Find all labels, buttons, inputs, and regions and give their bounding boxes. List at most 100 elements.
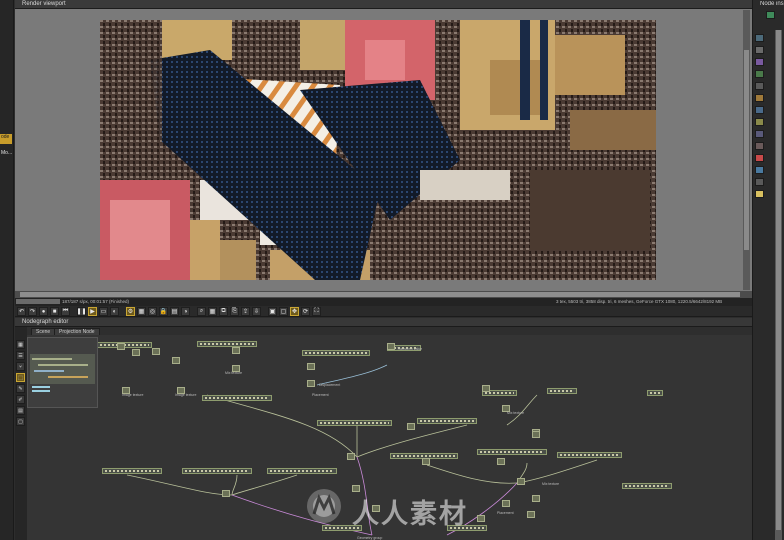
tab-scene[interactable]: Scene: [31, 328, 56, 335]
graph-node-small[interactable]: [407, 423, 415, 430]
graph-node[interactable]: [547, 388, 577, 394]
graph-node-small[interactable]: [307, 380, 315, 387]
graph-node-small[interactable]: [222, 490, 230, 497]
color-icon[interactable]: [755, 154, 764, 162]
copy-icon[interactable]: ⧉: [219, 307, 228, 316]
left-panel-tab-node[interactable]: ode: [0, 134, 12, 144]
graph-node[interactable]: [647, 390, 663, 396]
light-icon[interactable]: [755, 118, 764, 126]
node-pins[interactable]: [105, 470, 159, 472]
graph-node-small[interactable]: [307, 363, 315, 370]
bulb-icon[interactable]: [755, 190, 764, 198]
node-pins[interactable]: [650, 392, 660, 394]
redo-icon[interactable]: ↷: [28, 307, 37, 316]
layer-icon[interactable]: ▤: [16, 406, 25, 415]
screen-icon[interactable]: ▭: [99, 307, 108, 316]
node-pins[interactable]: [320, 422, 389, 424]
graph-node[interactable]: [317, 420, 392, 426]
node-pins[interactable]: [305, 352, 367, 354]
node-pins[interactable]: [480, 451, 544, 453]
node-pins[interactable]: [185, 470, 249, 472]
film-icon[interactable]: [755, 166, 764, 174]
value-icon[interactable]: [755, 142, 764, 150]
rotate-icon[interactable]: ⟳: [301, 307, 310, 316]
viewport-horizontal-scroll-thumb[interactable]: [20, 292, 740, 297]
node-pins[interactable]: [205, 397, 269, 399]
tree-icon[interactable]: ⑂: [16, 362, 25, 371]
graph-node-small[interactable]: [132, 349, 140, 356]
inspector-scroll-thumb[interactable]: [776, 30, 781, 530]
pause-icon[interactable]: ❚❚: [76, 307, 87, 316]
image-icon[interactable]: [755, 178, 764, 186]
graph-node-small[interactable]: [532, 431, 540, 438]
film-icon[interactable]: ▤: [170, 307, 179, 316]
export-icon[interactable]: ⇪: [241, 307, 250, 316]
graph-node-small[interactable]: [482, 385, 490, 392]
tab-projection-node[interactable]: Projection Node: [54, 328, 100, 335]
graph-node[interactable]: [182, 468, 252, 474]
cube-icon[interactable]: ▢: [279, 307, 288, 316]
paste-icon[interactable]: ⎘: [230, 307, 239, 316]
graph-node-small[interactable]: [117, 343, 125, 350]
rewind-icon[interactable]: ⏮: [61, 307, 70, 316]
fit-icon[interactable]: ⛶: [312, 307, 321, 316]
focus-icon[interactable]: ◎: [148, 307, 157, 316]
undo-icon[interactable]: ↶: [17, 307, 26, 316]
graph-node-small[interactable]: [502, 500, 510, 507]
lens-icon[interactable]: ◑: [181, 307, 190, 316]
settings-icon[interactable]: ⚙: [126, 307, 135, 316]
graph-node[interactable]: [202, 395, 272, 401]
lock-icon[interactable]: 🔒: [159, 307, 168, 316]
graph-node[interactable]: [302, 350, 370, 356]
node-pins[interactable]: [200, 343, 254, 345]
node-pins[interactable]: [550, 390, 574, 392]
graph-node-small[interactable]: [172, 357, 180, 364]
camera-icon[interactable]: [755, 34, 764, 42]
zoom-icon[interactable]: ⌕: [197, 307, 206, 316]
sphere-icon[interactable]: ●: [39, 307, 48, 316]
play-icon[interactable]: ▶: [88, 307, 97, 316]
clay-icon[interactable]: ◐: [110, 307, 119, 316]
emission-icon[interactable]: [755, 94, 764, 102]
medium-icon[interactable]: [755, 106, 764, 114]
graph-node-small[interactable]: [387, 343, 395, 350]
material-icon[interactable]: [755, 58, 764, 66]
texture-icon[interactable]: [755, 70, 764, 78]
graph-node[interactable]: [267, 468, 337, 474]
nodegraph-minimap[interactable]: [27, 337, 98, 408]
node-pins[interactable]: [485, 392, 514, 394]
sphere-icon[interactable]: [755, 46, 764, 54]
graph-node[interactable]: [622, 483, 672, 489]
viewport-vertical-scroll-thumb[interactable]: [744, 50, 749, 250]
graph-node-small[interactable]: [232, 347, 240, 354]
import-icon[interactable]: ⇩: [252, 307, 261, 316]
region-icon[interactable]: ▦: [137, 307, 146, 316]
graph-node-small[interactable]: [422, 458, 430, 465]
select-icon[interactable]: ⬚: [16, 373, 25, 382]
stack-icon[interactable]: ☰: [16, 351, 25, 360]
node-pins[interactable]: [393, 455, 455, 457]
node-pins[interactable]: [420, 420, 474, 422]
graph-node-small[interactable]: [532, 495, 540, 502]
stop-icon[interactable]: ■: [50, 307, 59, 316]
graph-node-small[interactable]: [497, 458, 505, 465]
graph-node[interactable]: [557, 452, 622, 458]
graph-node-small[interactable]: [517, 478, 525, 485]
graph-node-small[interactable]: [347, 453, 355, 460]
inspector-active-icon[interactable]: [766, 11, 775, 19]
grid-icon[interactable]: ▦: [208, 307, 217, 316]
kernel-icon[interactable]: [755, 130, 764, 138]
save-icon[interactable]: ▣: [268, 307, 277, 316]
node-pins[interactable]: [560, 454, 619, 456]
node-pins[interactable]: [625, 485, 669, 487]
pen-icon[interactable]: ✐: [16, 395, 25, 404]
left-panel-item[interactable]: Mo...: [0, 150, 12, 160]
render-viewport[interactable]: [15, 9, 752, 291]
graph-node[interactable]: [102, 468, 162, 474]
graph-node[interactable]: [197, 341, 257, 347]
graph-node-small[interactable]: [152, 348, 160, 355]
graph-node[interactable]: [477, 449, 547, 455]
graph-node-small[interactable]: [527, 511, 535, 518]
geometry-icon[interactable]: [755, 82, 764, 90]
wrench-icon[interactable]: ✎: [16, 384, 25, 393]
